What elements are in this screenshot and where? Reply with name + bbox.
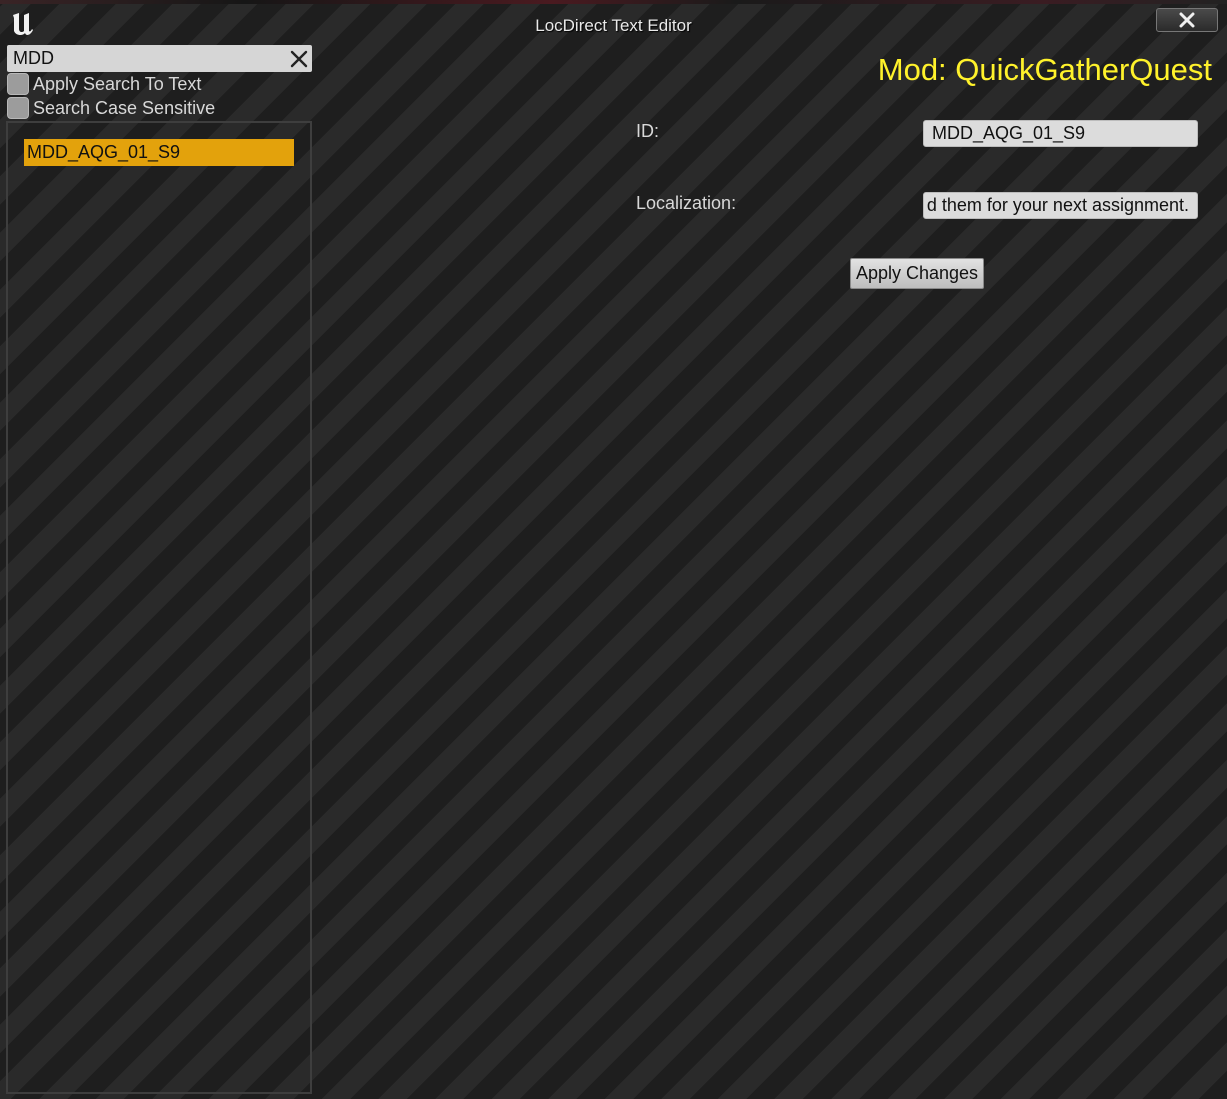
clear-search-icon xyxy=(290,50,307,67)
apply-search-to-text-label: Apply Search To Text xyxy=(33,73,202,94)
title-bar: LocDirect Text Editor xyxy=(0,0,1227,42)
id-field-box xyxy=(923,120,1198,147)
localization-field[interactable] xyxy=(924,193,1197,218)
apply-search-to-text-option[interactable]: Apply Search To Text xyxy=(7,73,201,95)
apply-search-to-text-checkbox[interactable] xyxy=(7,73,29,95)
loc-direct-text-editor-window: LocDirect Text Editor Apply Search To Te… xyxy=(0,0,1227,1099)
window-title: LocDirect Text Editor xyxy=(535,16,692,35)
apply-changes-button[interactable]: Apply Changes xyxy=(850,258,984,289)
search-case-sensitive-label: Search Case Sensitive xyxy=(33,97,216,118)
close-button[interactable] xyxy=(1156,8,1218,32)
search-input[interactable] xyxy=(7,45,277,72)
localization-label: Localization: xyxy=(636,193,737,213)
close-icon xyxy=(1179,12,1195,28)
id-list-panel[interactable]: MDD_AQG_01_S9 xyxy=(6,121,312,1094)
mod-title: Mod: QuickGatherQuest xyxy=(877,52,1212,87)
search-case-sensitive-option[interactable]: Search Case Sensitive xyxy=(7,97,215,119)
list-item[interactable]: MDD_AQG_01_S9 xyxy=(24,139,294,166)
search-box xyxy=(7,45,312,72)
search-case-sensitive-checkbox[interactable] xyxy=(7,97,29,119)
id-field[interactable] xyxy=(924,121,1197,146)
clear-search-button[interactable] xyxy=(288,48,309,69)
id-label: ID: xyxy=(636,121,660,141)
localization-field-box xyxy=(923,192,1198,219)
title-bar-background-strip xyxy=(0,0,1227,4)
